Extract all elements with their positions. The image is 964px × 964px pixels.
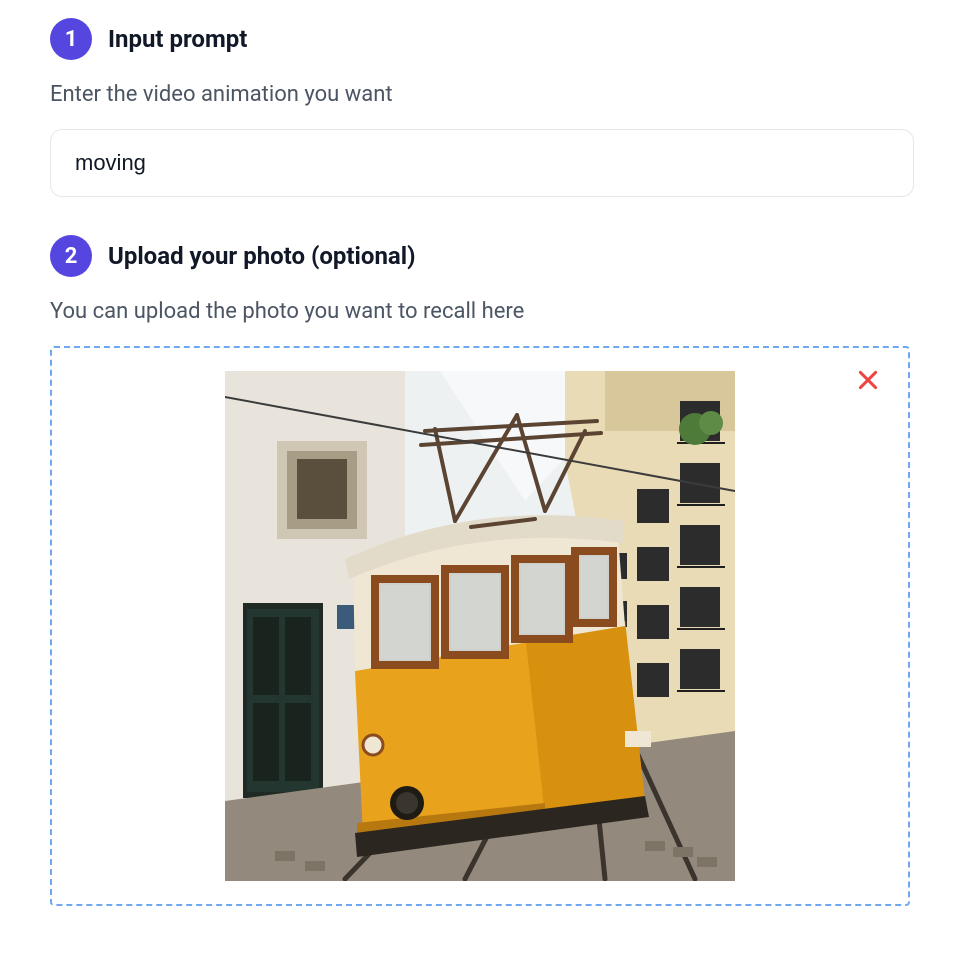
uploaded-image-preview xyxy=(225,371,735,881)
prompt-input-wrap xyxy=(50,129,914,197)
close-icon xyxy=(855,367,881,393)
prompt-input[interactable] xyxy=(50,129,914,197)
step-1-description: Enter the video animation you want xyxy=(50,82,914,107)
step-2-title: Upload your photo (optional) xyxy=(108,242,416,270)
step-2-description: You can upload the photo you want to rec… xyxy=(50,299,914,324)
upload-dropzone[interactable] xyxy=(50,346,910,906)
step-number-badge: 1 xyxy=(50,18,92,60)
step-1-title: Input prompt xyxy=(108,25,247,53)
step-1-header: 1 Input prompt xyxy=(50,18,914,60)
step-upload-photo: 2 Upload your photo (optional) You can u… xyxy=(50,235,914,906)
step-input-prompt: 1 Input prompt Enter the video animation… xyxy=(50,18,914,197)
remove-image-button[interactable] xyxy=(852,364,884,396)
step-2-header: 2 Upload your photo (optional) xyxy=(50,235,914,277)
step-number-badge: 2 xyxy=(50,235,92,277)
